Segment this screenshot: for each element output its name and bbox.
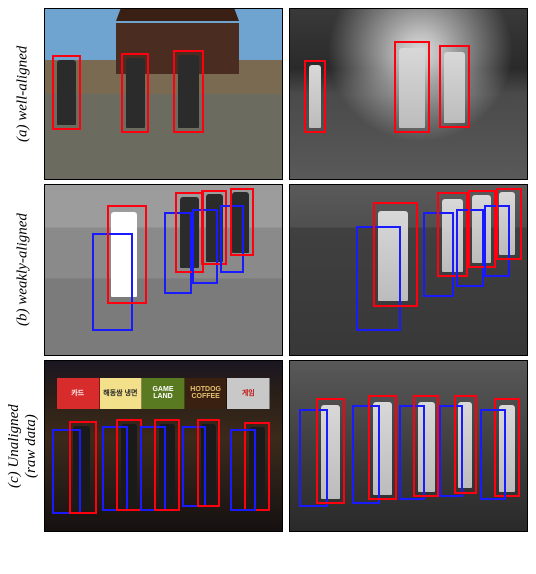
red-bounding-box [368,395,396,500]
store-sign: 게임 [227,378,270,409]
red-bounding-box [52,55,80,130]
red-bounding-box [116,419,142,511]
panel-c-visible: 카드해동쌈 냉면GAME LANDHOTDOG COFFEE게임 [44,360,283,532]
red-bounding-box [439,45,470,128]
red-bounding-box [107,205,147,304]
panel-a-visible [44,8,283,180]
row-label-c: (c) Unaligned (raw data) [8,360,38,532]
store-sign: 해동쌈 냉면 [100,378,143,409]
red-bounding-box [413,395,439,497]
red-bounding-box [373,202,418,307]
blue-bounding-box [230,429,256,511]
blue-bounding-box [480,409,506,501]
red-bounding-box [230,188,254,256]
red-bounding-box [69,421,97,515]
red-bounding-box [454,395,478,494]
panel-b-visible [44,184,283,356]
store-sign: GAME LAND [142,378,185,409]
panel-b-thermal [289,184,528,356]
panel-c-thermal [289,360,528,532]
red-bounding-box [197,419,221,507]
row-label-b: (b) weakly-aligned [8,184,38,356]
red-bounding-box [154,419,180,511]
red-bounding-box [173,50,204,133]
red-bounding-box [394,41,430,133]
row-label-a: (a) well-aligned [8,8,38,180]
store-sign: 카드 [57,378,100,409]
red-bounding-box [304,60,325,133]
store-sign: HOTDOG COFFEE [185,378,228,409]
figure-grid: (a) well-aligned (b) weakly-aligned (c) … [8,8,528,532]
storefront-signboard: 카드해동쌈 냉면GAME LANDHOTDOG COFFEE게임 [57,378,270,409]
red-bounding-box [496,188,522,259]
panel-a-thermal [289,8,528,180]
red-bounding-box [121,53,149,133]
red-bounding-box [316,398,344,503]
